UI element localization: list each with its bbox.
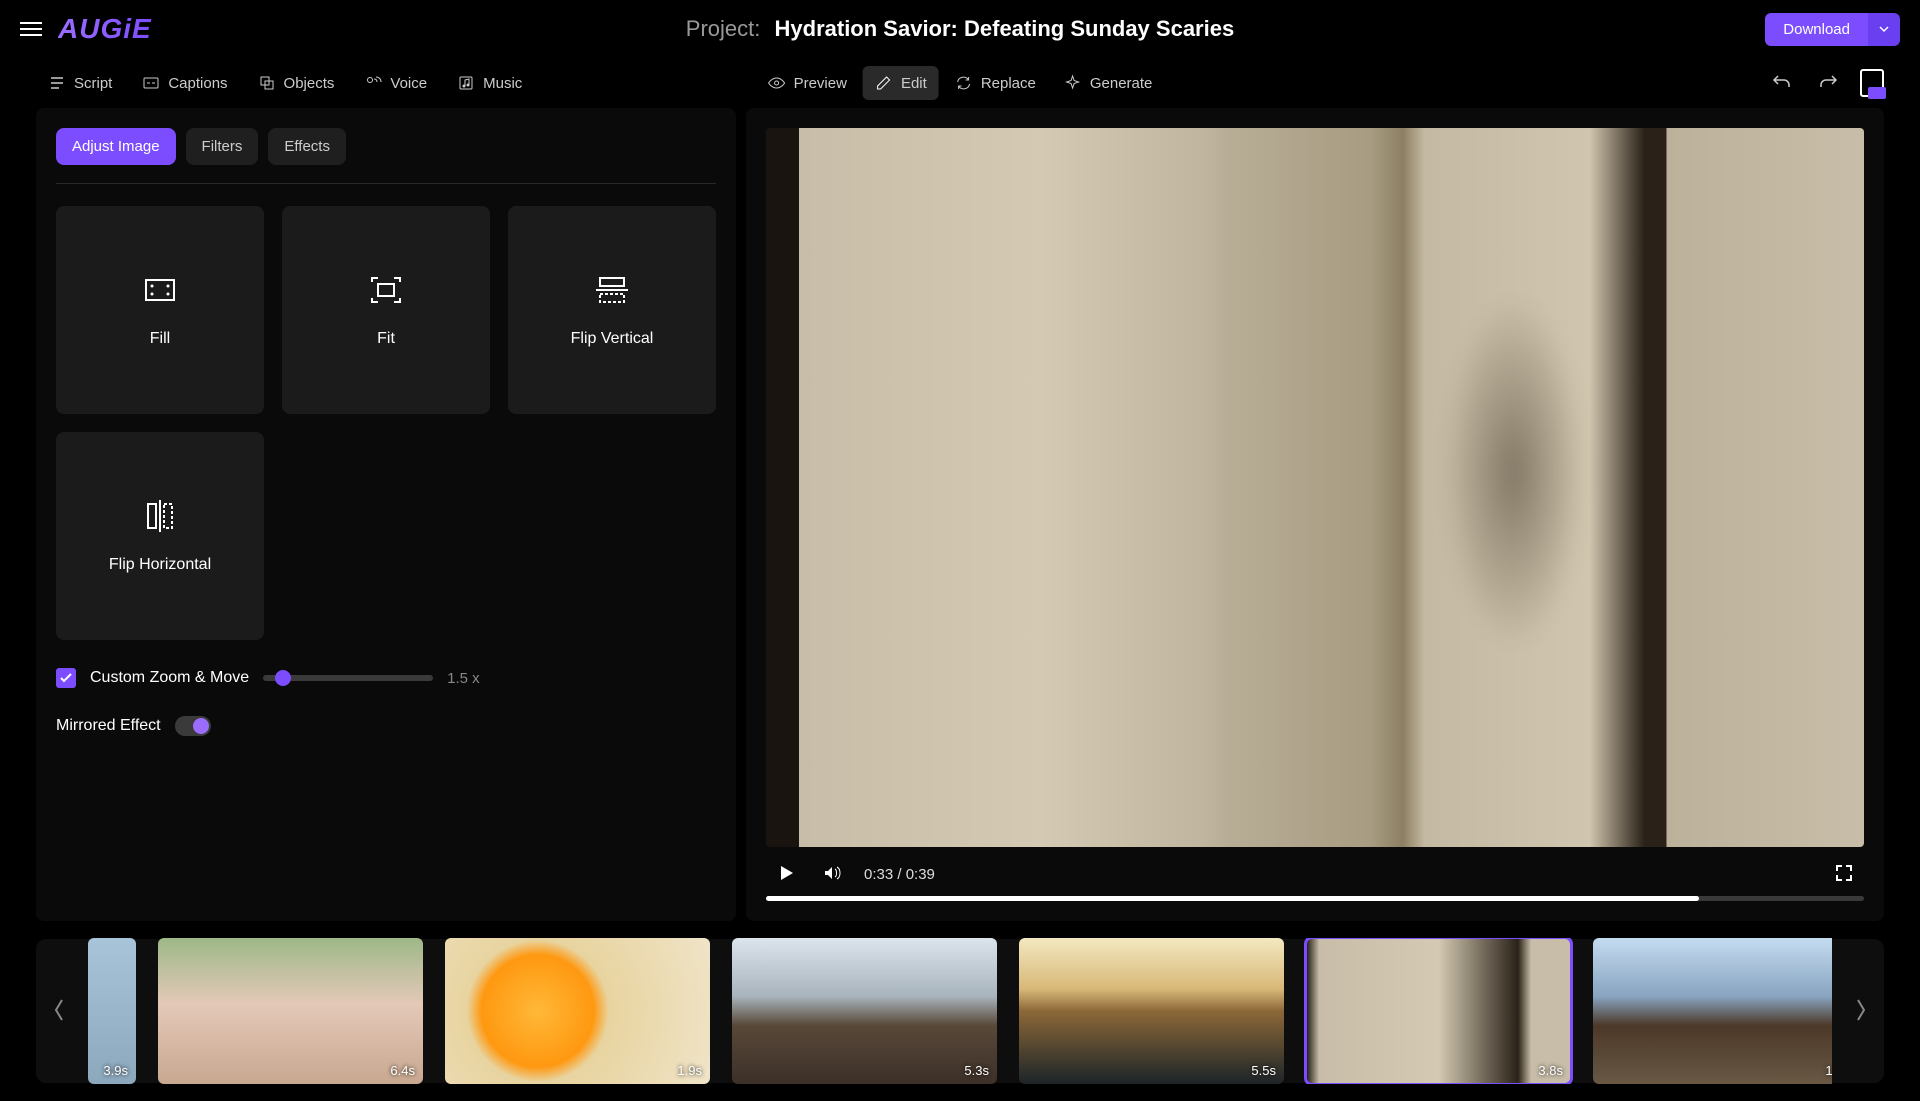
music-icon — [457, 74, 475, 92]
tool-generate[interactable]: Generate — [1052, 66, 1165, 100]
download-caret[interactable] — [1868, 13, 1900, 46]
menu-button[interactable] — [20, 22, 42, 36]
adjust-panel: Adjust Image Filters Effects Fill Fit — [36, 108, 736, 921]
flip-horizontal-icon — [142, 498, 178, 534]
timeline-prev[interactable] — [50, 976, 68, 1047]
tool-voice[interactable]: Voice — [352, 66, 439, 100]
logo: AUGiE — [58, 13, 152, 45]
timeline-clip[interactable]: 1.9s — [1593, 938, 1832, 1084]
sparkle-icon — [1064, 74, 1082, 92]
captions-icon — [142, 74, 160, 92]
play-button[interactable] — [772, 859, 800, 890]
chevron-down-icon — [1878, 23, 1890, 35]
zoom-checkbox[interactable] — [56, 668, 76, 688]
zoom-label: Custom Zoom & Move — [90, 669, 249, 687]
timeline-clip[interactable]: 5.5s — [1019, 938, 1284, 1084]
fullscreen-icon — [1834, 863, 1854, 883]
zoom-slider[interactable] — [263, 675, 433, 681]
tab-adjust-image[interactable]: Adjust Image — [56, 128, 176, 165]
chevron-right-icon — [1854, 996, 1868, 1024]
progress-bar[interactable] — [766, 896, 1864, 901]
fill-icon — [142, 272, 178, 308]
chevron-left-icon — [52, 996, 66, 1024]
aspect-button[interactable] — [1860, 69, 1884, 97]
project-name[interactable]: Hydration Savior: Defeating Sunday Scari… — [775, 16, 1235, 41]
video-preview[interactable] — [766, 128, 1864, 847]
timeline: 3.9s 6.4s 1.9s 5.3s 5.5s 3.8s 1.9s — [36, 939, 1884, 1083]
time-display: 0:33 / 0:39 — [864, 866, 935, 883]
voice-icon — [364, 74, 382, 92]
mirrored-label: Mirrored Effect — [56, 717, 161, 735]
undo-icon — [1772, 72, 1792, 92]
tool-edit[interactable]: Edit — [863, 66, 939, 100]
eye-icon — [768, 74, 786, 92]
replace-icon — [955, 74, 973, 92]
timeline-next[interactable] — [1852, 976, 1870, 1047]
option-fill[interactable]: Fill — [56, 206, 264, 414]
tool-music[interactable]: Music — [445, 66, 534, 100]
redo-button[interactable] — [1814, 68, 1842, 99]
tab-filters[interactable]: Filters — [186, 128, 259, 165]
tool-preview[interactable]: Preview — [756, 66, 859, 100]
tool-objects[interactable]: Objects — [246, 66, 347, 100]
preview-panel: 0:33 / 0:39 — [746, 108, 1884, 921]
undo-button[interactable] — [1768, 68, 1796, 99]
script-icon — [48, 74, 66, 92]
objects-icon — [258, 74, 276, 92]
timeline-clip[interactable]: 5.3s — [732, 938, 997, 1084]
timeline-clip[interactable]: 6.4s — [158, 938, 423, 1084]
zoom-value: 1.5 x — [447, 670, 480, 687]
timeline-clip[interactable]: 3.9s — [88, 938, 136, 1084]
play-icon — [776, 863, 796, 883]
tab-effects[interactable]: Effects — [268, 128, 346, 165]
option-fit[interactable]: Fit — [282, 206, 490, 414]
tool-replace[interactable]: Replace — [943, 66, 1048, 100]
pencil-icon — [875, 74, 893, 92]
volume-icon — [822, 863, 842, 883]
fullscreen-button[interactable] — [1830, 859, 1858, 890]
flip-vertical-icon — [594, 272, 630, 308]
option-flip-vertical[interactable]: Flip Vertical — [508, 206, 716, 414]
mirrored-toggle[interactable] — [175, 716, 211, 736]
tool-captions[interactable]: Captions — [130, 66, 239, 100]
timeline-clip[interactable]: 1.9s — [445, 938, 710, 1084]
volume-button[interactable] — [818, 859, 846, 890]
option-flip-horizontal[interactable]: Flip Horizontal — [56, 432, 264, 640]
download-button[interactable]: Download — [1765, 13, 1868, 46]
fit-icon — [368, 272, 404, 308]
tool-script[interactable]: Script — [36, 66, 124, 100]
timeline-clip[interactable]: 3.8s — [1306, 938, 1571, 1084]
project-label: Project: — [686, 16, 761, 41]
check-icon — [59, 671, 73, 685]
project-title: Project: Hydration Savior: Defeating Sun… — [686, 16, 1234, 42]
redo-icon — [1818, 72, 1838, 92]
